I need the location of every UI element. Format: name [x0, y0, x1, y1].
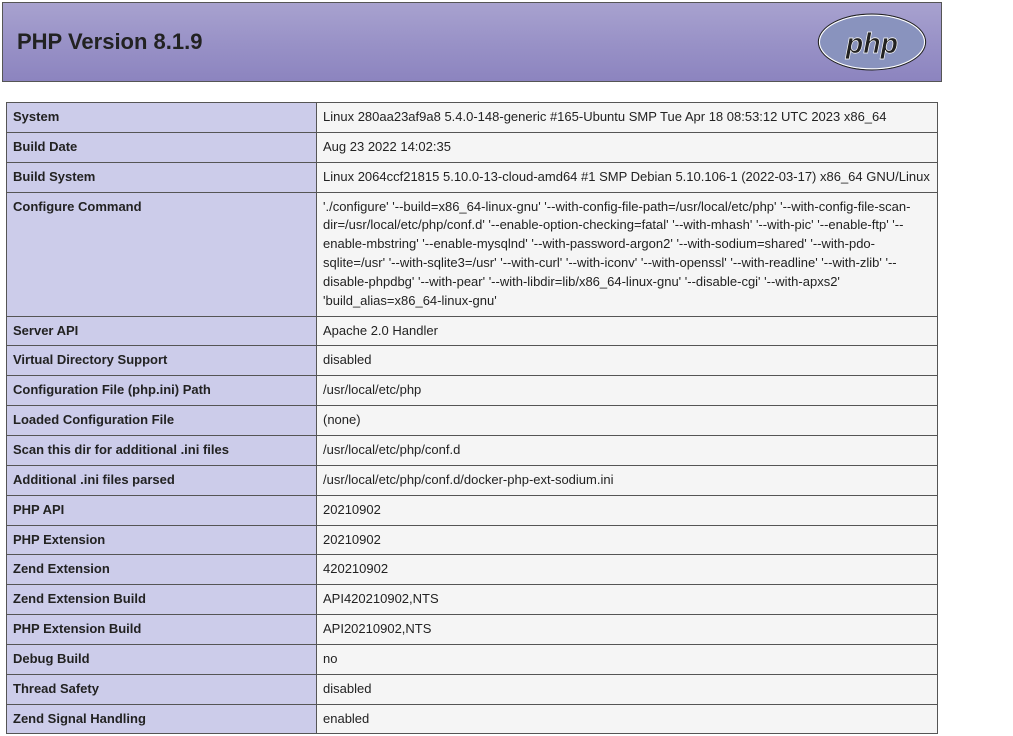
row-label: Zend Signal Handling [7, 704, 317, 734]
row-value: enabled [317, 704, 938, 734]
row-label: Server API [7, 316, 317, 346]
row-label: Configuration File (php.ini) Path [7, 376, 317, 406]
row-value: 420210902 [317, 555, 938, 585]
row-label: PHP Extension Build [7, 615, 317, 645]
table-row: PHP API20210902 [7, 495, 938, 525]
row-label: Build System [7, 162, 317, 192]
row-label: Configure Command [7, 192, 317, 316]
row-label: PHP Extension [7, 525, 317, 555]
row-value: /usr/local/etc/php [317, 376, 938, 406]
table-row: Configuration File (php.ini) Path/usr/lo… [7, 376, 938, 406]
table-row: SystemLinux 280aa23af9a8 5.4.0-148-gener… [7, 103, 938, 133]
row-value: /usr/local/etc/php/conf.d [317, 435, 938, 465]
row-value: API20210902,NTS [317, 615, 938, 645]
table-row: Loaded Configuration File(none) [7, 406, 938, 436]
php-logo-icon: php [817, 13, 927, 71]
table-row: Build SystemLinux 2064ccf21815 5.10.0-13… [7, 162, 938, 192]
row-value: Aug 23 2022 14:02:35 [317, 132, 938, 162]
row-value: 20210902 [317, 495, 938, 525]
table-row: Configure Command'./configure' '--build=… [7, 192, 938, 316]
table-row: Debug Buildno [7, 644, 938, 674]
row-value: Apache 2.0 Handler [317, 316, 938, 346]
row-value: (none) [317, 406, 938, 436]
page-title: PHP Version 8.1.9 [17, 29, 202, 55]
table-row: Server APIApache 2.0 Handler [7, 316, 938, 346]
row-value: no [317, 644, 938, 674]
table-row: Zend Extension BuildAPI420210902,NTS [7, 585, 938, 615]
row-value: './configure' '--build=x86_64-linux-gnu'… [317, 192, 938, 316]
table-row: Build DateAug 23 2022 14:02:35 [7, 132, 938, 162]
row-value: /usr/local/etc/php/conf.d/docker-php-ext… [317, 465, 938, 495]
row-value: Linux 280aa23af9a8 5.4.0-148-generic #16… [317, 103, 938, 133]
row-value: disabled [317, 346, 938, 376]
row-label: Thread Safety [7, 674, 317, 704]
row-label: Additional .ini files parsed [7, 465, 317, 495]
row-label: Debug Build [7, 644, 317, 674]
table-row: Additional .ini files parsed/usr/local/e… [7, 465, 938, 495]
row-value: Linux 2064ccf21815 5.10.0-13-cloud-amd64… [317, 162, 938, 192]
row-value: API420210902,NTS [317, 585, 938, 615]
table-row: Scan this dir for additional .ini files/… [7, 435, 938, 465]
table-row: PHP Extension BuildAPI20210902,NTS [7, 615, 938, 645]
svg-text:php: php [845, 28, 898, 60]
table-row: PHP Extension20210902 [7, 525, 938, 555]
header-bar: PHP Version 8.1.9 php [2, 2, 942, 82]
row-label: System [7, 103, 317, 133]
row-label: Virtual Directory Support [7, 346, 317, 376]
phpinfo-container: PHP Version 8.1.9 php SystemLinux 280aa2… [2, 2, 942, 734]
row-label: PHP API [7, 495, 317, 525]
table-row: Virtual Directory Supportdisabled [7, 346, 938, 376]
row-label: Scan this dir for additional .ini files [7, 435, 317, 465]
table-row: Zend Extension420210902 [7, 555, 938, 585]
table-row: Thread Safetydisabled [7, 674, 938, 704]
row-label: Zend Extension [7, 555, 317, 585]
info-table: SystemLinux 280aa23af9a8 5.4.0-148-gener… [6, 102, 938, 734]
row-label: Zend Extension Build [7, 585, 317, 615]
row-value: 20210902 [317, 525, 938, 555]
table-row: Zend Signal Handlingenabled [7, 704, 938, 734]
row-label: Loaded Configuration File [7, 406, 317, 436]
row-value: disabled [317, 674, 938, 704]
row-label: Build Date [7, 132, 317, 162]
